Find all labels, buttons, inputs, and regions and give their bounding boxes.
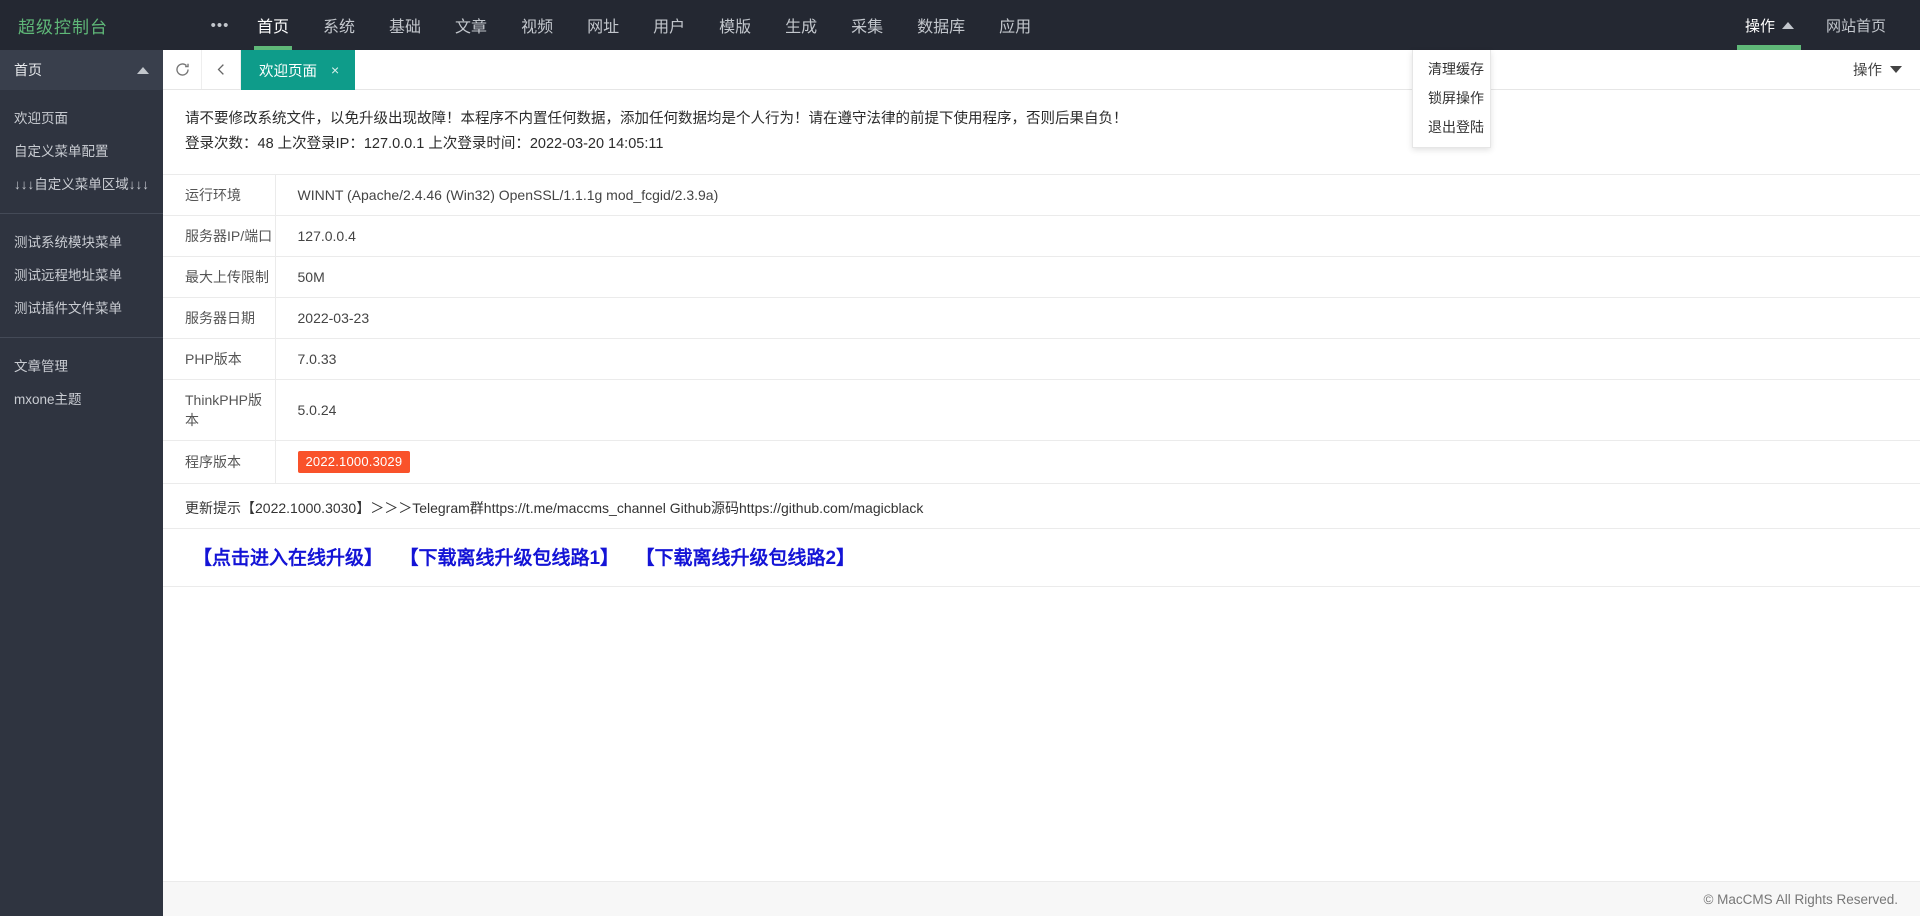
table-row: ThinkPHP版本 5.0.24: [163, 379, 1920, 441]
nav-item-collect[interactable]: 采集: [834, 0, 900, 50]
sidebar-group-label: 首页: [14, 62, 42, 78]
sidebar-divider: [0, 337, 163, 338]
action-dropdown-menu: 清理缓存 锁屏操作 退出登陆: [1412, 50, 1491, 148]
info-value: 5.0.24: [297, 401, 337, 418]
link-offline-package-2[interactable]: 【下载离线升级包线路2】: [636, 548, 856, 569]
chevron-left-icon[interactable]: [202, 50, 241, 89]
tab-label: 欢迎页面: [259, 63, 317, 80]
main-nav: 首页 系统 基础 文章 视频 网址 用户 模版 生成 采集 数据库 应用: [240, 0, 1048, 50]
nav-item-application[interactable]: 应用: [982, 0, 1048, 50]
app-logo[interactable]: 超级控制台: [0, 0, 200, 50]
notice-block: 请不要修改系统文件，以免升级出现故障！本程序不内置任何数据，添加任何数据均是个人…: [163, 91, 1920, 170]
login-info-text: 登录次数：48 上次登录IP：127.0.0.1 上次登录时间：2022-03-…: [185, 136, 664, 153]
update-tip-text: 更新提示【2022.1000.3030】＞＞＞Telegram群https://…: [163, 484, 1920, 529]
copyright-text: © MacCMS All Rights Reserved.: [1703, 891, 1898, 907]
site-home-link[interactable]: 网站首页: [1810, 0, 1902, 50]
sidebar-item-test-plugin-file[interactable]: 测试插件文件菜单: [0, 290, 163, 323]
tabbar-action-menu[interactable]: 操作: [1853, 50, 1920, 89]
info-value: 50M: [297, 268, 325, 285]
dropdown-item-clear-cache[interactable]: 清理缓存: [1413, 55, 1490, 84]
info-value: 127.0.0.4: [297, 227, 356, 244]
top-header: 超级控制台 ••• 首页 系统 基础 文章 视频 网址 用户 模版 生成 采集 …: [0, 0, 1920, 50]
close-icon[interactable]: ×: [331, 62, 339, 78]
table-row: 程序版本 2022.1000.3029: [163, 440, 1920, 484]
info-value: WINNT (Apache/2.4.46 (Win32) OpenSSL/1.1…: [297, 186, 719, 203]
tab-bar: 欢迎页面 × 操作: [163, 50, 1920, 90]
table-row: PHP版本 7.0.33: [163, 338, 1920, 380]
info-value: 7.0.33: [297, 350, 337, 367]
chevron-up-icon: [137, 66, 149, 74]
table-row: 最大上传限制 50M: [163, 256, 1920, 298]
nav-item-article[interactable]: 文章: [438, 0, 504, 50]
link-offline-package-1[interactable]: 【下载离线升级包线路1】: [399, 548, 619, 569]
info-key: 程序版本: [163, 440, 276, 484]
nav-item-database[interactable]: 数据库: [900, 0, 982, 50]
tab-welcome-page[interactable]: 欢迎页面 ×: [241, 50, 356, 90]
dropdown-item-logout[interactable]: 退出登陆: [1413, 113, 1490, 142]
main-content: 请不要修改系统文件，以免升级出现故障！本程序不内置任何数据，添加任何数据均是个人…: [163, 91, 1920, 881]
system-info-table: 运行环境 WINNT (Apache/2.4.46 (Win32) OpenSS…: [163, 174, 1920, 484]
version-badge: 2022.1000.3029: [297, 450, 411, 473]
sidebar-item-custom-menu-area[interactable]: ↓↓↓自定义菜单区域↓↓↓: [0, 166, 163, 199]
site-home-label: 网站首页: [1825, 17, 1886, 35]
table-row: 运行环境 WINNT (Apache/2.4.46 (Win32) OpenSS…: [163, 174, 1920, 216]
menu-collapse-icon[interactable]: •••: [200, 0, 240, 50]
link-online-upgrade[interactable]: 【点击进入在线升级】: [193, 548, 383, 569]
footer: © MacCMS All Rights Reserved.: [163, 881, 1920, 916]
info-key: PHP版本: [163, 338, 276, 380]
header-action-menu[interactable]: 操作: [1729, 0, 1810, 50]
info-key: 服务器IP/端口: [163, 215, 276, 257]
info-key: 最大上传限制: [163, 256, 276, 298]
upgrade-links-row: 【点击进入在线升级】 【下载离线升级包线路1】 【下载离线升级包线路2】: [163, 529, 1920, 587]
nav-item-website[interactable]: 网址: [570, 0, 636, 50]
sidebar-item-article-manage[interactable]: 文章管理: [0, 348, 163, 381]
nav-item-home[interactable]: 首页: [240, 0, 306, 50]
table-row: 服务器IP/端口 127.0.0.4: [163, 215, 1920, 257]
sidebar: 首页 欢迎页面 自定义菜单配置 ↓↓↓自定义菜单区域↓↓↓ 测试系统模块菜单 测…: [0, 50, 163, 916]
nav-item-system[interactable]: 系统: [306, 0, 372, 50]
sidebar-item-welcome[interactable]: 欢迎页面: [0, 100, 163, 133]
nav-item-video[interactable]: 视频: [504, 0, 570, 50]
info-value: 2022-03-23: [297, 309, 370, 326]
sidebar-item-test-system-module[interactable]: 测试系统模块菜单: [0, 224, 163, 257]
sidebar-item-mxone-theme[interactable]: mxone主题: [0, 381, 163, 414]
info-value-cell: 2022.1000.3029: [275, 440, 1920, 483]
nav-item-template[interactable]: 模版: [702, 0, 768, 50]
info-key: ThinkPHP版本: [163, 379, 276, 441]
sidebar-item-custom-menu-config[interactable]: 自定义菜单配置: [0, 133, 163, 166]
chevron-down-icon: [1890, 66, 1902, 73]
tabbar-action-label: 操作: [1853, 63, 1882, 79]
nav-item-basic[interactable]: 基础: [372, 0, 438, 50]
table-row: 服务器日期 2022-03-23: [163, 297, 1920, 339]
sidebar-divider: [0, 213, 163, 214]
info-key: 运行环境: [163, 174, 276, 216]
header-action-label: 操作: [1744, 17, 1775, 35]
chevron-up-icon: [1781, 21, 1794, 29]
sidebar-group-home[interactable]: 首页: [0, 50, 163, 90]
nav-item-generate[interactable]: 生成: [768, 0, 834, 50]
nav-item-user[interactable]: 用户: [636, 0, 702, 50]
dropdown-item-lock-screen[interactable]: 锁屏操作: [1413, 84, 1490, 113]
info-key: 服务器日期: [163, 297, 276, 339]
refresh-icon[interactable]: [163, 50, 202, 89]
notice-warning-text: 请不要修改系统文件，以免升级出现故障！本程序不内置任何数据，添加任何数据均是个人…: [185, 111, 1128, 127]
header-right-group: 操作 网站首页: [1729, 0, 1920, 50]
sidebar-item-test-remote-address[interactable]: 测试远程地址菜单: [0, 257, 163, 290]
